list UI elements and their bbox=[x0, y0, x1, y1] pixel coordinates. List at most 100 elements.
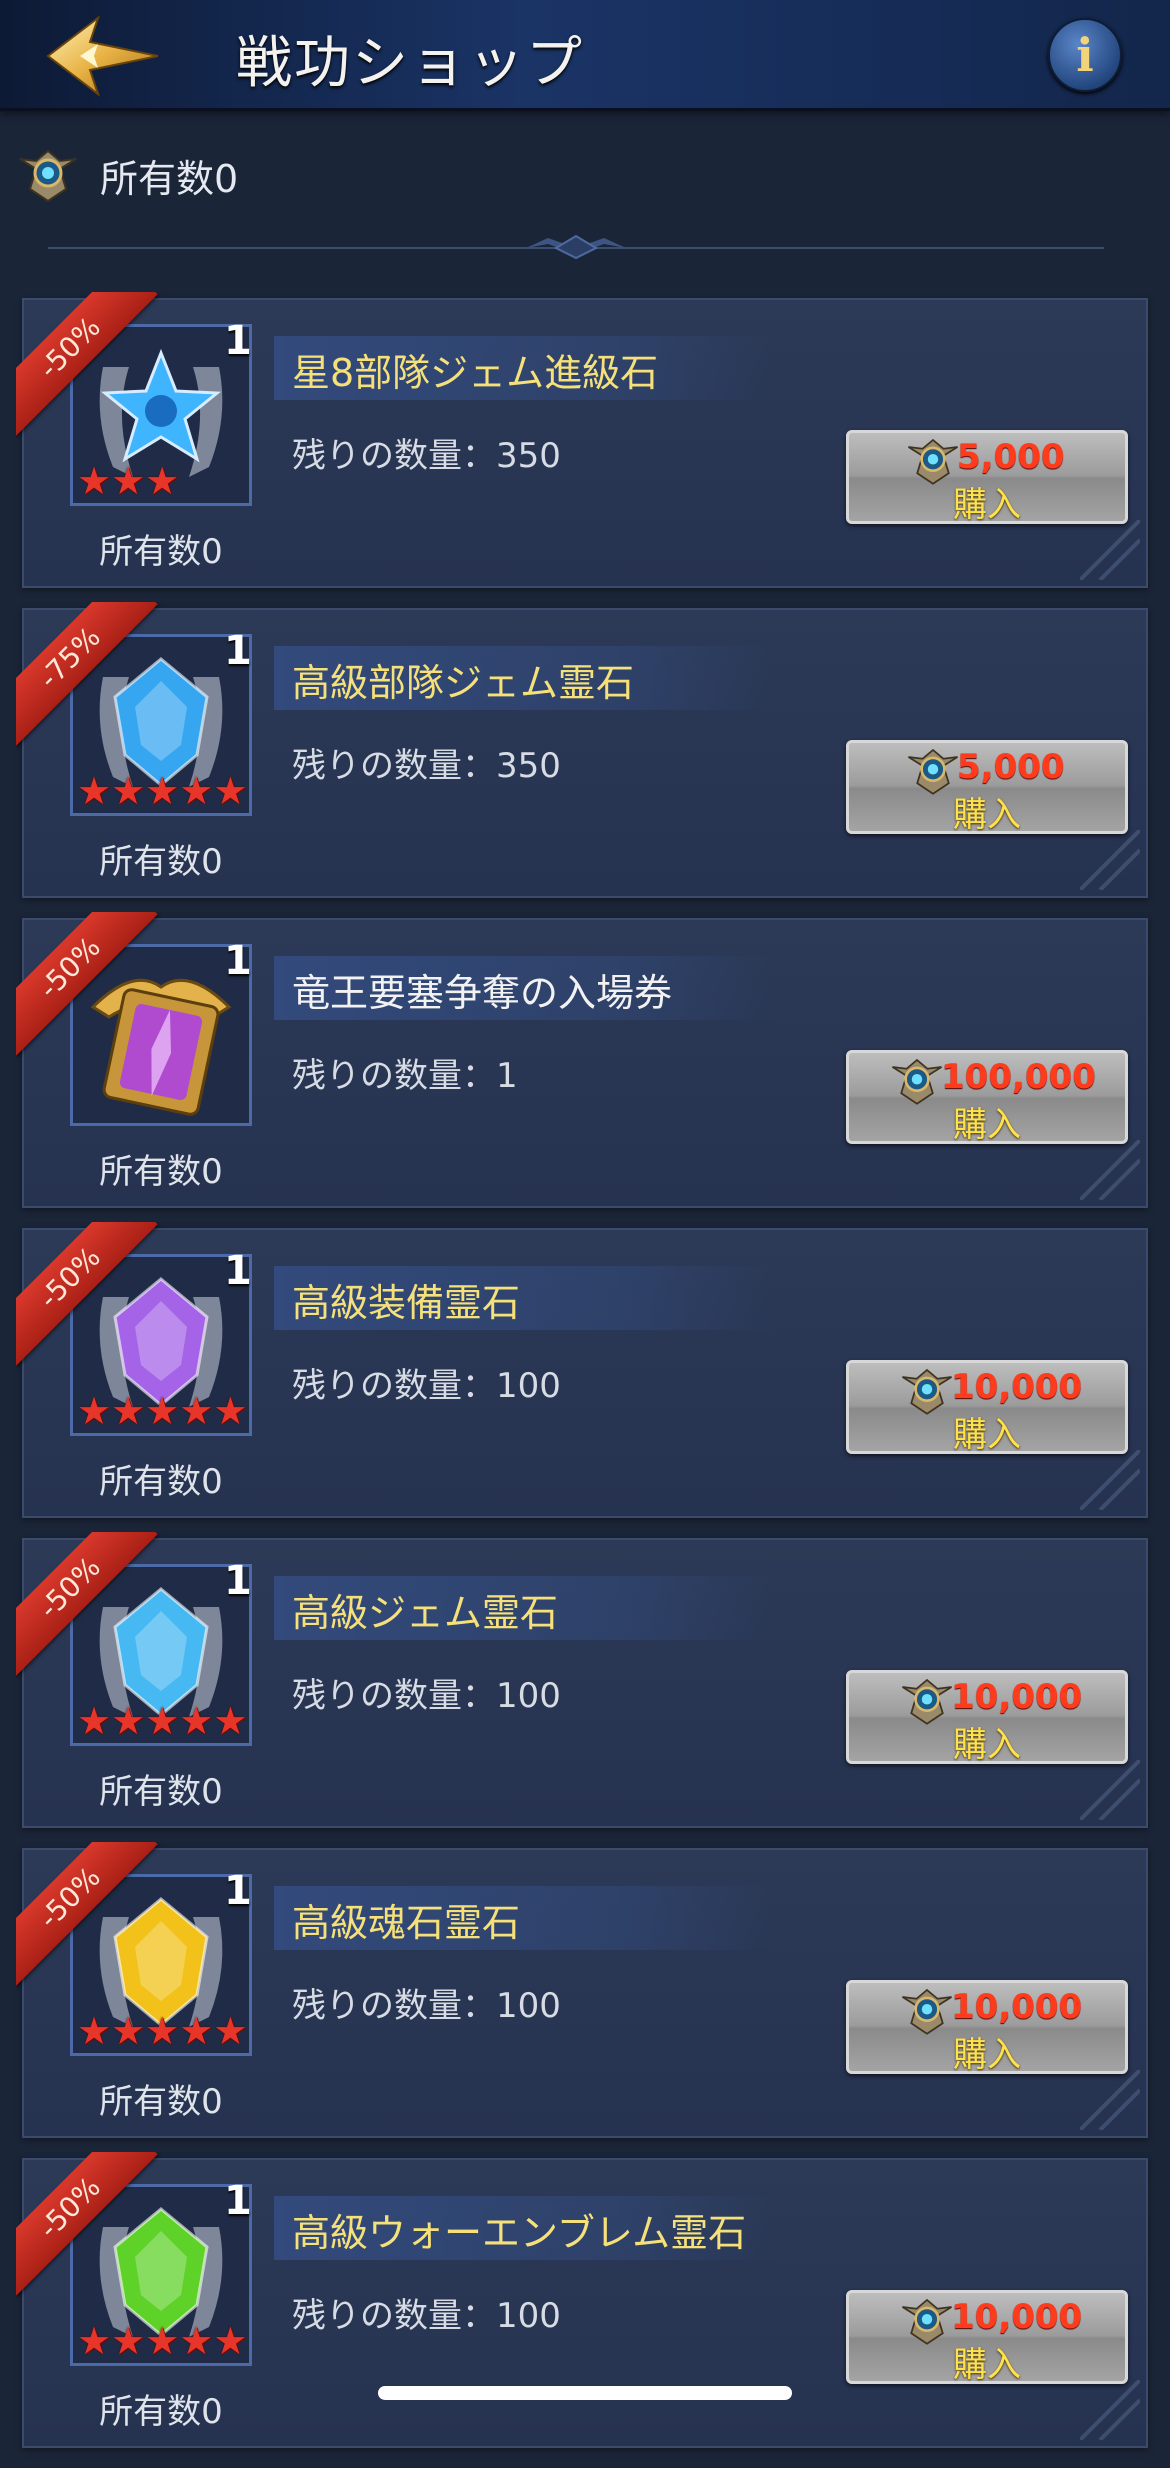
star-icon: ★ bbox=[77, 769, 112, 813]
discount-badge: -50% bbox=[16, 292, 166, 442]
star-icon: ★ bbox=[145, 2319, 180, 2363]
remaining-quantity: 残りの数量：100 bbox=[292, 2296, 561, 2336]
star-icon: ★ bbox=[179, 769, 214, 813]
shop-item: ★ ★ ★ ★ ★ -50% 1 所有数0 高級ウォーエンブレム霊石 残りの数量：100 10,00… bbox=[16, 2152, 1148, 2448]
shop-item-list: ★ ★ ★ -50% 1 所有数0 星8部隊ジェム進級石 残りの数量：350 5,000 購入 ★ ★… bbox=[16, 292, 1148, 2468]
star-icon: ★ bbox=[111, 2009, 146, 2053]
owned-currency-label: 所有数0 bbox=[100, 156, 239, 201]
star-rating: ★ ★ ★ bbox=[77, 461, 179, 501]
buy-button[interactable]: 5,000 購入 bbox=[846, 430, 1128, 525]
corner-ornament-icon bbox=[1080, 2380, 1140, 2440]
page-title: 戦功ショップ bbox=[236, 31, 584, 96]
discount-badge: -75% bbox=[16, 602, 166, 752]
star-icon: ★ bbox=[77, 1699, 112, 1743]
buy-button[interactable]: 10,000 購入 bbox=[846, 2290, 1128, 2385]
item-quantity: 1 bbox=[224, 1868, 252, 1914]
buy-label: 購入 bbox=[953, 1105, 1021, 1145]
star-icon: ★ bbox=[111, 1389, 146, 1433]
corner-ornament-icon bbox=[1080, 1140, 1140, 1200]
item-owned-count: 所有数0 bbox=[99, 1462, 223, 1502]
discount-label: -50% bbox=[16, 1532, 158, 1676]
star-icon: ★ bbox=[77, 1389, 112, 1433]
item-quantity: 1 bbox=[224, 938, 252, 984]
buy-label: 購入 bbox=[953, 795, 1021, 835]
star-icon: ★ bbox=[77, 459, 112, 503]
currency-owned: 所有数0 bbox=[16, 140, 238, 210]
home-indicator bbox=[378, 2386, 792, 2400]
discount-badge: -50% bbox=[16, 1222, 166, 1372]
star-rating: ★ ★ ★ ★ ★ bbox=[77, 771, 247, 811]
buy-button[interactable]: 100,000 購入 bbox=[846, 1050, 1128, 1145]
buy-button[interactable]: 5,000 購入 bbox=[846, 740, 1128, 835]
star-rating: ★ ★ ★ ★ ★ bbox=[77, 1701, 247, 1741]
buy-button[interactable]: 10,000 購入 bbox=[846, 1980, 1128, 2075]
star-rating: ★ ★ ★ ★ ★ bbox=[77, 1391, 247, 1431]
star-icon: ★ bbox=[145, 1699, 180, 1743]
buy-label: 購入 bbox=[953, 2035, 1021, 2075]
star-rating: ★ ★ ★ ★ ★ bbox=[77, 2011, 247, 2051]
star-rating: ★ ★ ★ ★ ★ bbox=[77, 2321, 247, 2361]
item-name: 竜王要塞争奪の入場券 bbox=[292, 971, 673, 1015]
shop-item: ★ ★ ★ -50% 1 所有数0 星8部隊ジェム進級石 残りの数量：350 5,000 購入 bbox=[16, 292, 1148, 588]
star-icon: ★ bbox=[179, 2009, 214, 2053]
star-icon: ★ bbox=[145, 2009, 180, 2053]
price-label: 100,000 bbox=[941, 1057, 1096, 1097]
remaining-quantity: 残りの数量：350 bbox=[292, 436, 561, 476]
item-name: 星8部隊ジェム進級石 bbox=[292, 351, 659, 395]
merit-medal-icon bbox=[19, 149, 77, 203]
remaining-quantity: 残りの数量：100 bbox=[292, 1366, 561, 1406]
item-owned-count: 所有数0 bbox=[99, 842, 223, 882]
item-quantity: 1 bbox=[224, 2178, 252, 2224]
shop-item: ★ ★ ★ ★ ★ -75% 1 所有数0 高級部隊ジェム霊石残りの数量：350 5,000 購入 bbox=[16, 602, 1148, 898]
shop-item: ★ ★ ★ ★ ★ -50% 1 所有数0 高級ジェム霊石 残りの数量：100 10,000 購入 bbox=[16, 1532, 1148, 1828]
item-quantity: 1 bbox=[224, 628, 252, 674]
remaining-quantity: 残りの数量：350 bbox=[292, 746, 561, 786]
discount-badge: -50% bbox=[16, 912, 166, 1062]
star-icon: ★ bbox=[179, 1389, 214, 1433]
star-icon: ★ bbox=[179, 1699, 214, 1743]
star-icon: ★ bbox=[213, 769, 248, 813]
star-icon: ★ bbox=[77, 2319, 112, 2363]
star-icon: ★ bbox=[111, 2319, 146, 2363]
buy-button[interactable]: 10,000 購入 bbox=[846, 1360, 1128, 1455]
star-icon: ★ bbox=[111, 459, 146, 503]
back-arrow-icon[interactable] bbox=[38, 14, 178, 98]
buy-button[interactable]: 10,000 購入 bbox=[846, 1670, 1128, 1765]
star-icon: ★ bbox=[213, 1389, 248, 1433]
top-bar: 戦功ショップ i bbox=[0, 0, 1170, 111]
item-owned-count: 所有数0 bbox=[99, 1772, 223, 1812]
discount-badge: -50% bbox=[16, 1532, 166, 1682]
remaining-quantity: 残りの数量：100 bbox=[292, 1986, 561, 2026]
discount-label: -75% bbox=[16, 602, 158, 746]
price-label: 5,000 bbox=[957, 747, 1065, 787]
star-icon: ★ bbox=[213, 2009, 248, 2053]
item-owned-count: 所有数0 bbox=[99, 532, 223, 572]
item-quantity: 1 bbox=[224, 318, 252, 364]
buy-label: 購入 bbox=[953, 1415, 1021, 1455]
item-name: 高級ウォーエンブレム霊石 bbox=[292, 2211, 747, 2255]
price-label: 10,000 bbox=[951, 1987, 1083, 2027]
star-icon: ★ bbox=[77, 2009, 112, 2053]
buy-label: 購入 bbox=[953, 1725, 1021, 1765]
price-label: 5,000 bbox=[957, 437, 1065, 477]
item-owned-count: 所有数0 bbox=[99, 2082, 223, 2122]
info-button[interactable]: i bbox=[1048, 18, 1122, 92]
shop-item: -50% 1 所有数0 竜王要塞争奪の入場券残りの数量：1 100,000 購入 bbox=[16, 912, 1148, 1208]
corner-ornament-icon bbox=[1080, 830, 1140, 890]
remaining-quantity: 残りの数量：1 bbox=[292, 1056, 518, 1096]
discount-label: -50% bbox=[16, 1222, 158, 1366]
item-quantity: 1 bbox=[224, 1248, 252, 1294]
remaining-quantity: 残りの数量：100 bbox=[292, 1676, 561, 1716]
star-icon: ★ bbox=[179, 2319, 214, 2363]
item-name: 高級部隊ジェム霊石 bbox=[292, 661, 635, 705]
buy-label: 購入 bbox=[953, 485, 1021, 525]
star-icon: ★ bbox=[145, 459, 180, 503]
price-label: 10,000 bbox=[951, 1677, 1083, 1717]
discount-label: -50% bbox=[16, 1842, 158, 1986]
star-icon: ★ bbox=[145, 769, 180, 813]
item-owned-count: 所有数0 bbox=[99, 1152, 223, 1192]
corner-ornament-icon bbox=[1080, 1450, 1140, 1510]
discount-badge: -50% bbox=[16, 1842, 166, 1992]
buy-label: 購入 bbox=[953, 2345, 1021, 2385]
price-label: 10,000 bbox=[951, 2297, 1083, 2337]
